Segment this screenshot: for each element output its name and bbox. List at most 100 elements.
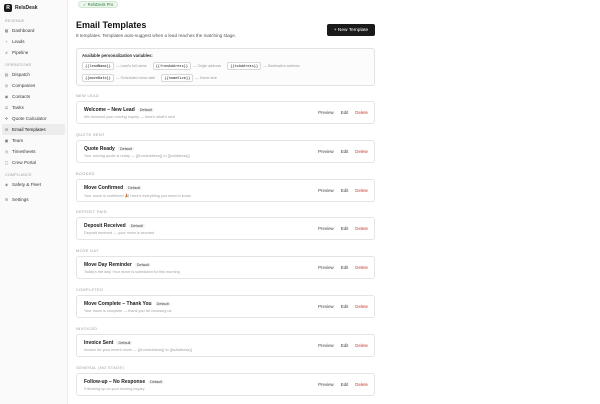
preview-button[interactable]: Preview — [318, 265, 334, 270]
preview-button[interactable]: Preview — [318, 188, 334, 193]
delete-button[interactable]: Delete — [355, 110, 368, 115]
preview-button[interactable]: Preview — [318, 382, 334, 387]
template-actions: Preview Edit Delete — [311, 382, 368, 387]
sidebar-item-label: Safety & Fleet — [12, 182, 41, 187]
template-actions: Preview Edit Delete — [311, 149, 368, 154]
variable-token[interactable]: {{fromAddress}} — [152, 62, 192, 70]
sidebar-item-label: Pipeline — [12, 50, 29, 55]
preview-button[interactable]: Preview — [318, 304, 334, 309]
edit-button[interactable]: Edit — [341, 343, 349, 348]
template-name-row: Invoice Sent Default — [84, 340, 133, 346]
template-name-row: Move Confirmed Default — [84, 185, 143, 191]
template-name-row: Follow-up – No Response Default — [84, 379, 165, 385]
preview-button[interactable]: Preview — [318, 343, 334, 348]
edit-button[interactable]: Edit — [341, 188, 349, 193]
preview-button[interactable]: Preview — [318, 226, 334, 231]
template-name: Welcome – New Lead — [84, 107, 135, 113]
brand[interactable]: R RelsDesk — [0, 1, 67, 15]
dispatch-icon: ▤ — [4, 72, 9, 77]
brand-logo-icon: R — [4, 4, 12, 12]
edit-button[interactable]: Edit — [341, 382, 349, 387]
default-badge: Default — [126, 185, 143, 190]
delete-button[interactable]: Delete — [355, 265, 368, 270]
template-actions: Preview Edit Delete — [311, 343, 368, 348]
crew-portal-icon: ▢ — [4, 160, 9, 165]
default-badge: Default — [134, 263, 151, 268]
email-templates-icon: ✉ — [4, 127, 9, 132]
default-badge: Default — [154, 302, 171, 306]
companies-icon: ◎ — [4, 83, 9, 88]
variable-token[interactable]: {{moveDate}} — [82, 74, 114, 82]
template-name: Deposit Received — [84, 223, 126, 230]
template-actions: Preview Edit Delete — [311, 304, 368, 309]
edit-button[interactable]: Edit — [341, 226, 349, 231]
variable-token[interactable]: {{leadName}} — [82, 62, 114, 70]
sidebar-item-leads[interactable]: + Leads — [0, 36, 67, 47]
delete-button[interactable]: Delete — [355, 188, 368, 193]
brand-name: RelsDesk — [15, 5, 38, 11]
template-card: Follow-up – No Response Default Following … — [76, 372, 375, 396]
sidebar-item-label: Quote Calculator — [12, 116, 47, 121]
template-actions: Preview Edit Delete — [311, 188, 368, 193]
team-icon: ▣ — [4, 138, 9, 143]
delete-button[interactable]: Delete — [355, 226, 368, 231]
template-card: Move Complete – Thank You Default Your mov… — [76, 295, 375, 318]
template-actions: Preview Edit Delete — [311, 110, 368, 115]
stage-section: Booked Move Confirmed Default Your move is … — [76, 170, 375, 202]
preview-button[interactable]: Preview — [318, 110, 334, 115]
sidebar-item-dispatch[interactable]: ▤ Dispatch — [0, 69, 67, 80]
sidebar-item-tasks[interactable]: ☑ Tasks — [0, 102, 67, 113]
delete-button[interactable]: Delete — [355, 382, 368, 387]
stage-label: Quote Sent — [76, 132, 105, 137]
stage-section: General (No Stage) Follow-up – No Respons… — [76, 364, 375, 396]
sidebar-item-crew-portal[interactable]: ▢ Crew Portal — [0, 157, 67, 168]
variable-token[interactable]: {{toAddress}} — [227, 62, 262, 70]
edit-button[interactable]: Edit — [341, 304, 349, 309]
page-subtitle: 8 templates. Templates auto-suggest when… — [76, 33, 237, 38]
delete-button[interactable]: Delete — [355, 304, 368, 309]
sidebar-item-contacts[interactable]: ◉ Contacts — [0, 91, 67, 102]
default-badge: Default — [116, 340, 133, 345]
template-name-row: Welcome – New Lead Default — [84, 107, 154, 113]
template-card: Welcome – New Lead Default We received you… — [76, 101, 375, 124]
sidebar-item-timesheets[interactable]: ◷ Timesheets — [0, 146, 67, 157]
edit-button[interactable]: Edit — [341, 149, 349, 154]
sidebar-item-settings[interactable]: ⚙ Settings — [0, 194, 67, 205]
sidebar-item-label: Timesheets — [12, 149, 36, 154]
gear-icon: ⚙ — [4, 197, 9, 202]
sidebar-item-label: Crew Portal — [12, 160, 36, 165]
edit-button[interactable]: Edit — [341, 110, 349, 115]
topbar: ✓ RelsDesk Pro — [68, 0, 600, 9]
edit-button[interactable]: Edit — [341, 265, 349, 270]
sidebar-item-label: Tasks — [12, 105, 24, 110]
contacts-icon: ◉ — [4, 94, 9, 99]
delete-button[interactable]: Delete — [355, 149, 368, 154]
sidebar-item-quote-calculator[interactable]: ✣ Quote Calculator — [0, 113, 67, 124]
delete-button[interactable]: Delete — [355, 343, 368, 348]
tasks-icon: ☑ — [4, 105, 9, 110]
sidebar-item-label: Companies — [12, 83, 36, 88]
new-template-button[interactable]: + New Template — [327, 24, 375, 36]
template-subject: Your moving quote is ready — {{fromAddre… — [84, 153, 190, 158]
pipeline-icon: # — [5, 50, 8, 55]
sidebar-item-safety-fleet[interactable]: ◈ Safety & Fleet — [0, 179, 67, 190]
sidebar-item-team[interactable]: ▣ Team — [0, 135, 67, 146]
sidebar-item-email-templates[interactable]: ✉ Email Templates — [2, 124, 65, 135]
sidebar-item-pipeline[interactable]: # Pipeline — [0, 47, 67, 58]
sidebar-item-companies[interactable]: ◎ Companies — [0, 80, 67, 91]
sidebar-item-label: Dashboard — [12, 28, 35, 33]
quote-calculator-icon: ✣ — [4, 116, 9, 121]
stage-section: Invoiced Invoice Sent Default Invoice for y… — [76, 325, 375, 357]
preview-button[interactable]: Preview — [318, 149, 334, 154]
sidebar-item-label: Contacts — [12, 94, 31, 99]
template-card: Move Confirmed Default Your move is confir… — [76, 178, 375, 202]
template-name: Move Complete – Thank You — [84, 301, 152, 307]
stage-label: Invoiced — [76, 326, 98, 331]
template-actions: Preview Edit Delete — [311, 226, 368, 231]
default-badge: Default — [148, 379, 165, 384]
sidebar-section-label: Operations — [5, 63, 32, 67]
variable-token[interactable]: {{homeSize}} — [161, 74, 194, 82]
template-actions: Preview Edit Delete — [311, 265, 368, 270]
sidebar-item-dashboard[interactable]: ▦ Dashboard — [0, 25, 67, 36]
template-subject: Your move is complete — thank you for ch… — [84, 309, 172, 313]
